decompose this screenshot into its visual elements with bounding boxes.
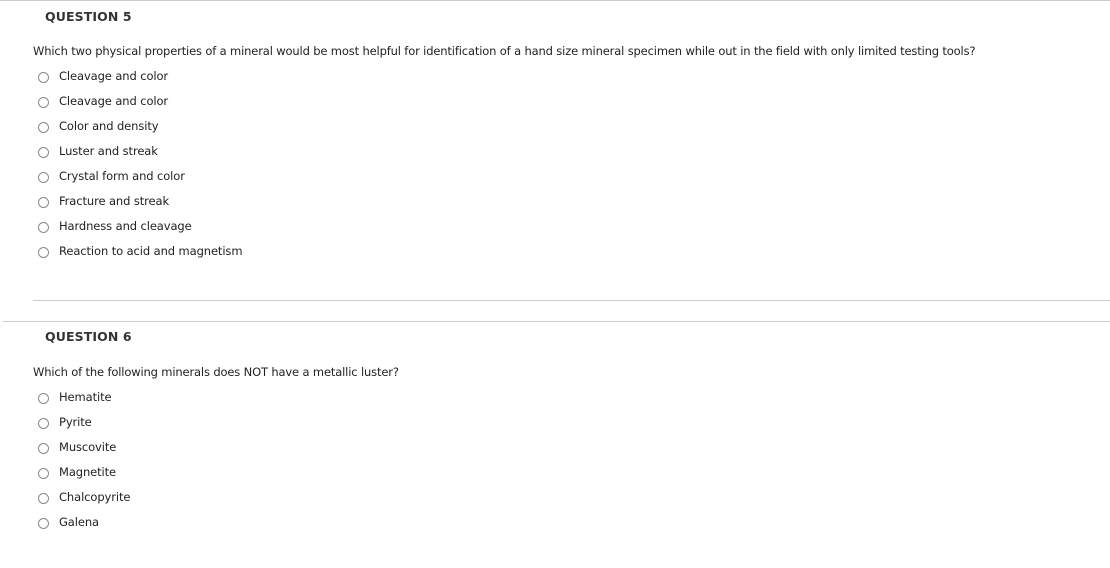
answer-label[interactable]: Muscovite [59, 440, 116, 454]
answer-label[interactable]: Color and density [59, 119, 159, 133]
question-text: Which of the following minerals does NOT… [33, 365, 399, 379]
answer-label[interactable]: Hardness and cleavage [59, 219, 192, 233]
radio-button[interactable] [38, 221, 49, 233]
question-header: QUESTION 5 [45, 9, 132, 24]
answer-label[interactable]: Cleavage and color [59, 94, 168, 108]
answer-option[interactable]: Cleavage and color [38, 63, 242, 88]
answer-option[interactable]: Crystal form and color [38, 163, 242, 188]
question-divider [33, 300, 1110, 301]
answer-list: Cleavage and color Cleavage and color Co… [38, 63, 243, 263]
top-divider [0, 0, 1110, 1]
radio-button[interactable] [38, 196, 49, 208]
radio-button[interactable] [38, 121, 49, 133]
answer-label[interactable]: Reaction to acid and magnetism [59, 244, 243, 258]
answer-label[interactable]: Luster and streak [59, 144, 158, 158]
answer-option[interactable]: Color and density [38, 113, 242, 138]
answer-option[interactable]: Hematite [38, 384, 130, 409]
radio-button[interactable] [38, 71, 49, 83]
answer-list: Hematite Pyrite Muscovite Magnetite Chal… [38, 384, 130, 534]
radio-button[interactable] [38, 96, 49, 108]
answer-label[interactable]: Cleavage and color [59, 69, 168, 83]
radio-button[interactable] [38, 442, 49, 454]
question-header: QUESTION 6 [45, 329, 132, 344]
question-text: Which two physical properties of a miner… [33, 44, 976, 58]
answer-option[interactable]: Hardness and cleavage [38, 213, 242, 238]
section-divider [3, 321, 1110, 322]
answer-label[interactable]: Fracture and streak [59, 194, 169, 208]
answer-option[interactable]: Pyrite [38, 409, 130, 434]
answer-option[interactable]: Galena [38, 509, 130, 534]
answer-label[interactable]: Pyrite [59, 415, 92, 429]
radio-button[interactable] [38, 246, 49, 258]
answer-option[interactable]: Muscovite [38, 434, 130, 459]
radio-button[interactable] [38, 171, 49, 183]
answer-option[interactable]: Luster and streak [38, 138, 242, 163]
radio-button[interactable] [38, 146, 49, 158]
answer-label[interactable]: Hematite [59, 390, 112, 404]
radio-button[interactable] [38, 467, 49, 479]
answer-option[interactable]: Cleavage and color [38, 88, 242, 113]
answer-label[interactable]: Crystal form and color [59, 169, 185, 183]
answer-option[interactable]: Reaction to acid and magnetism [38, 238, 243, 263]
answer-label[interactable]: Chalcopyrite [59, 490, 130, 504]
radio-button[interactable] [38, 417, 49, 429]
answer-option[interactable]: Fracture and streak [38, 188, 242, 213]
answer-option[interactable]: Magnetite [38, 459, 130, 484]
answer-label[interactable]: Magnetite [59, 465, 116, 479]
answer-label[interactable]: Galena [59, 515, 99, 529]
radio-button[interactable] [38, 392, 49, 404]
answer-option[interactable]: Chalcopyrite [38, 484, 130, 509]
radio-button[interactable] [38, 517, 49, 529]
radio-button[interactable] [38, 492, 49, 504]
